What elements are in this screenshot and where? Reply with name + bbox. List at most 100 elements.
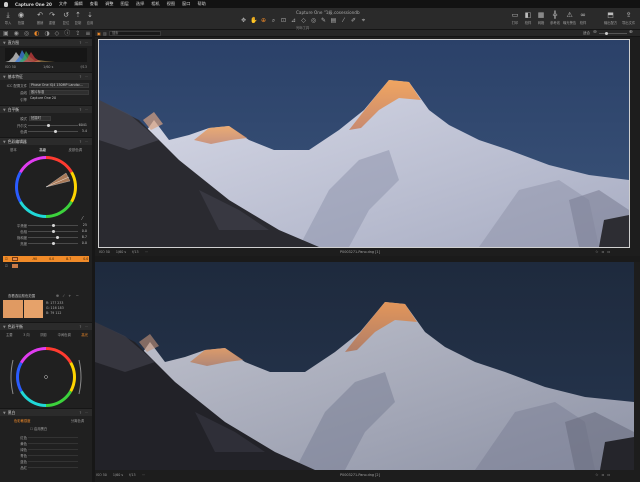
picker-cursor-icon[interactable]: ⁄ (340, 17, 347, 24)
enable-bw-checkbox[interactable]: ☐ 启用黑白 (30, 426, 47, 431)
menu-file[interactable]: 文件 (59, 1, 67, 7)
saturation-slider[interactable] (28, 236, 78, 239)
bw-magenta-slider[interactable] (28, 467, 78, 468)
base-characteristics-header[interactable]: ▼ 基本特征 ? ⋯ (0, 72, 92, 80)
tab-3-way[interactable]: 3 向 (23, 332, 29, 337)
guides-button[interactable]: ╬ 参考线 (550, 11, 560, 25)
check-icon[interactable]: ▫ (607, 249, 610, 254)
color-wheel[interactable] (14, 155, 78, 219)
pan-cursor-icon[interactable]: ✋ (250, 17, 257, 24)
menu-window[interactable]: 窗口 (182, 1, 190, 7)
tab-advanced[interactable]: 高级 (39, 147, 46, 152)
color-balance-header[interactable]: ▼ 色彩平衡 ? ⋯ (0, 322, 92, 330)
tab-color-sensitivity[interactable]: 色彩敏感度 (14, 418, 30, 423)
photo-variant-2[interactable] (95, 262, 634, 470)
viewer-mode-icon[interactable]: ▣ (97, 31, 101, 36)
bw-green-slider[interactable] (28, 449, 78, 450)
bw-cyan-slider[interactable] (28, 455, 78, 456)
redo-button[interactable]: ↷ 重做 (48, 11, 56, 25)
white-balance-header[interactable]: ▼ 白平衡 ? ⋯ (0, 105, 92, 113)
capture-tab-icon[interactable]: ◉ (14, 30, 19, 38)
checkbox-icon[interactable]: ☑ (5, 264, 8, 268)
reset-button[interactable]: ↺ 复位 (62, 11, 70, 25)
tab-basic[interactable]: 基本 (10, 147, 17, 152)
tint-slider[interactable] (28, 130, 78, 133)
black-white-header[interactable]: ▼ 黑白 ? ⋯ (0, 408, 92, 416)
annotate-cursor-icon[interactable]: ✐ (350, 17, 357, 24)
bw-red-slider[interactable] (28, 437, 78, 438)
grid-button[interactable]: ▦ 网格 (537, 11, 545, 25)
hue-slider[interactable] (28, 230, 78, 233)
zoom-out-icon[interactable]: ⊖ (593, 30, 597, 35)
batch-tab-icon[interactable]: ≡ (85, 30, 90, 38)
exposure-tab-icon[interactable]: ◑ (44, 30, 49, 38)
photo-variant-1[interactable] (98, 39, 630, 248)
slider-knob[interactable] (52, 224, 55, 227)
check-icon[interactable]: ▫ (607, 472, 610, 477)
menu-app-name[interactable]: Capture One 20 (15, 2, 52, 7)
zoom-cursor-icon[interactable]: ⌕ (270, 17, 277, 24)
color-tab-icon[interactable]: ◐ (34, 30, 39, 38)
menu-display[interactable]: 视图 (167, 1, 175, 7)
menu-layer[interactable]: 图层 (120, 1, 128, 7)
slider-knob[interactable] (56, 236, 59, 239)
tint-value[interactable]: 3.4 (77, 129, 87, 133)
checkbox-icon[interactable]: ☑ (5, 257, 8, 261)
hand-cursor-icon[interactable]: ⊕ (260, 17, 267, 24)
browser-toggle-icon[interactable]: ▥ (103, 31, 107, 36)
kelvin-value[interactable]: 6041 (77, 123, 87, 127)
slider-knob[interactable] (54, 130, 57, 133)
select-cursor-icon[interactable]: ✥ (240, 17, 247, 24)
tab-shadows[interactable]: 阴影 (40, 332, 47, 337)
apple-menu-icon[interactable] (4, 1, 8, 7)
zoom-slider[interactable] (599, 32, 627, 35)
library-tab-icon[interactable]: ▣ (3, 30, 9, 38)
search-input[interactable]: 搜索 (109, 31, 161, 36)
bw-yellow-slider[interactable] (28, 443, 78, 444)
tab-highlights[interactable]: 高光 (81, 332, 88, 337)
crop-cursor-icon[interactable]: ⊡ (280, 17, 287, 24)
readout-tools-icon[interactable]: ⊕ ⁄ + − (56, 293, 80, 298)
menu-view[interactable]: 查看 (90, 1, 98, 7)
icc-profile-select[interactable]: Phase One IQ4 150MP Landsc... (29, 82, 89, 88)
print-button[interactable]: ▭ 打印 (511, 11, 519, 25)
capture-button[interactable]: ◉ 拍摄 (17, 11, 25, 25)
copy-adjustments-button[interactable]: ⇡ 复制 (74, 11, 82, 25)
gradient-cursor-icon[interactable]: ▤ (330, 17, 337, 24)
proofing-glasses-button[interactable]: ∞ 校样 (579, 11, 587, 25)
tab-split-tones[interactable]: 分离色调 (71, 418, 84, 423)
color-range-row[interactable]: ☑ (3, 263, 89, 269)
slider-knob[interactable] (52, 242, 55, 245)
tab-skin-tone[interactable]: 皮肤色调 (68, 147, 82, 152)
proof-button[interactable]: ◧ 校样 (524, 11, 532, 25)
tab-midtones[interactable]: 中间色调 (58, 332, 71, 337)
color-editor-header[interactable]: ▼ 色彩编辑器 ? ⋯ (0, 137, 92, 145)
straighten-cursor-icon[interactable]: ⊿ (290, 17, 297, 24)
import-button[interactable]: ⤓ 导入 (4, 11, 12, 25)
keystone-cursor-icon[interactable]: ◇ (300, 17, 307, 24)
bw-blue-slider[interactable] (28, 461, 78, 462)
color-range-row-selected[interactable]: ☑ -90 0.0 8.7 0.0 (3, 256, 89, 262)
menu-edit[interactable]: 编辑 (74, 1, 82, 7)
output-tab-icon[interactable]: ⇪ (75, 30, 80, 38)
export-button[interactable]: ⇪ 导出文件 (622, 11, 635, 25)
apply-adjustments-button[interactable]: ⇣ 应用 (86, 11, 94, 25)
exposure-warning-button[interactable]: ⚠ 曝光警告 (563, 11, 576, 25)
menu-select[interactable]: 选择 (136, 1, 144, 7)
checkbox-icon[interactable]: ☐ (30, 427, 33, 431)
brush-cursor-icon[interactable]: ✎ (320, 17, 327, 24)
slider-knob[interactable] (47, 124, 50, 127)
undo-button[interactable]: ↶ 撤销 (36, 11, 44, 25)
slider-knob[interactable] (52, 230, 55, 233)
histogram-header[interactable]: ▼ 直方图 ? ⋯ (0, 38, 92, 46)
more-icon[interactable]: ⋯ (145, 250, 148, 254)
lens-tab-icon[interactable]: ◎ (24, 30, 29, 38)
spot-removal-cursor-icon[interactable]: ◎ (310, 17, 317, 24)
color-tag-icon[interactable]: ▫ (602, 472, 605, 477)
menu-camera[interactable]: 相机 (151, 1, 159, 7)
collapse-icon[interactable]: ▼ (3, 41, 6, 45)
menu-help[interactable]: 帮助 (197, 1, 205, 7)
more-icon[interactable]: ⋯ (142, 473, 145, 477)
rating-icon[interactable]: ☆ (595, 249, 599, 254)
metadata-tab-icon[interactable]: ⓘ (64, 30, 70, 38)
